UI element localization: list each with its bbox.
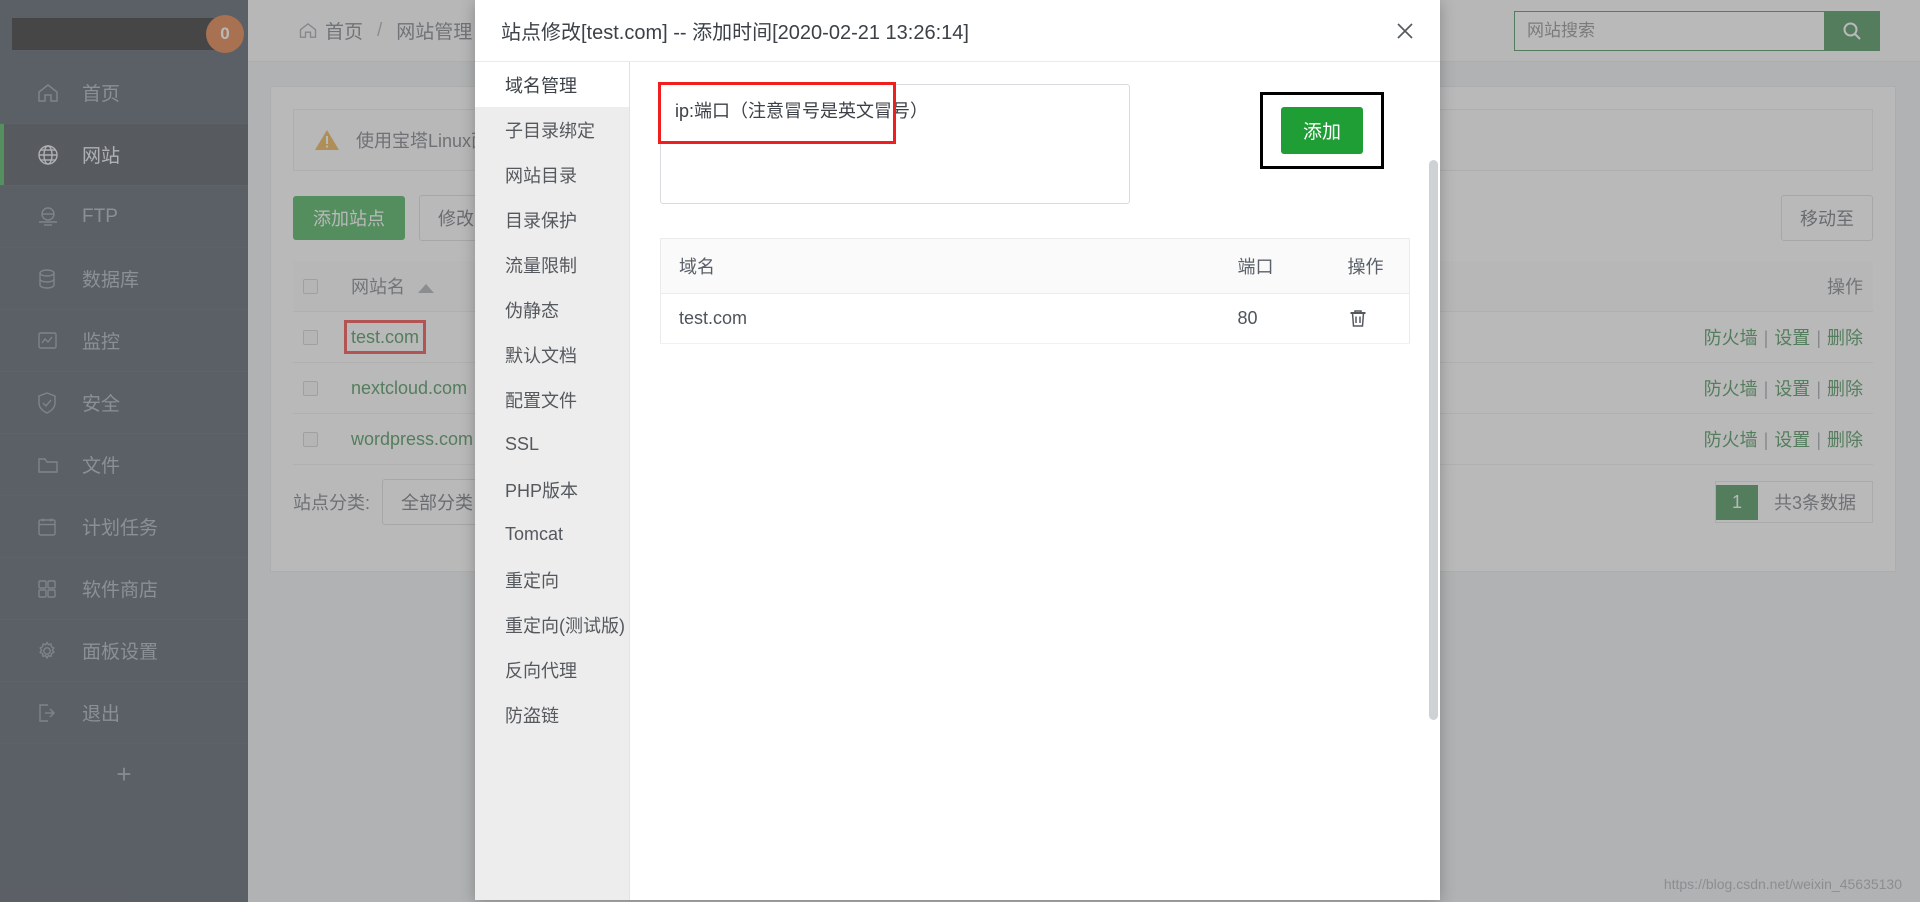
port-cell: 80 <box>1219 293 1330 344</box>
modal-nav-config-file[interactable]: 配置文件 <box>475 377 629 422</box>
modal-sidebar: 域名管理 子目录绑定 网站目录 目录保护 流量限制 伪静态 默认文档 配置文件 … <box>475 62 630 900</box>
modal-nav-directory-protection[interactable]: 目录保护 <box>475 197 629 242</box>
page-root: 0 首页 网站 <box>0 0 1920 902</box>
modal-nav-traffic-limit[interactable]: 流量限制 <box>475 242 629 287</box>
domains-table: 域名 端口 操作 test.com 80 <box>660 238 1410 344</box>
modal-nav-redirect[interactable]: 重定向 <box>475 557 629 602</box>
add-domain-button[interactable]: 添加 <box>1281 107 1364 154</box>
domains-table-head: 域名 端口 操作 <box>660 238 1410 294</box>
modal-content: 添加 域名 端口 操作 test.com <box>630 62 1440 900</box>
close-icon[interactable] <box>1388 14 1422 48</box>
modal-nav-website-directory[interactable]: 网站目录 <box>475 152 629 197</box>
trash-icon[interactable] <box>1348 308 1392 329</box>
site-edit-modal: 站点修改[test.com] -- 添加时间[2020-02-21 13:26:… <box>475 0 1440 900</box>
modal-nav-ssl[interactable]: SSL <box>475 422 629 467</box>
column-header-port: 端口 <box>1219 238 1330 294</box>
domain-input-row: 添加 <box>660 84 1410 204</box>
add-button-highlight-box: 添加 <box>1260 92 1385 169</box>
modal-header: 站点修改[test.com] -- 添加时间[2020-02-21 13:26:… <box>475 0 1440 62</box>
modal-scrollbar[interactable] <box>1429 160 1438 720</box>
domain-cell: test.com <box>660 293 1220 344</box>
domains-table-body: test.com 80 <box>660 293 1410 344</box>
modal-nav-pseudo-static[interactable]: 伪静态 <box>475 287 629 332</box>
table-header-row: 域名 端口 操作 <box>660 238 1410 294</box>
modal-body: 域名管理 子目录绑定 网站目录 目录保护 流量限制 伪静态 默认文档 配置文件 … <box>475 62 1440 900</box>
modal-nav-php-version[interactable]: PHP版本 <box>475 467 629 512</box>
modal-title: 站点修改[test.com] -- 添加时间[2020-02-21 13:26:… <box>501 22 969 44</box>
table-row: test.com 80 <box>660 293 1410 344</box>
domain-textarea[interactable] <box>660 84 1130 204</box>
operation-cell <box>1329 293 1410 344</box>
modal-nav-reverse-proxy[interactable]: 反向代理 <box>475 647 629 692</box>
modal-nav-redirect-beta[interactable]: 重定向(测试版) <box>475 602 629 647</box>
modal-nav-anti-leech[interactable]: 防盗链 <box>475 692 629 737</box>
modal-nav-default-document[interactable]: 默认文档 <box>475 332 629 377</box>
modal-nav-tomcat[interactable]: Tomcat <box>475 512 629 557</box>
column-header-operation: 操作 <box>1329 238 1410 294</box>
modal-nav-subdirectory-binding[interactable]: 子目录绑定 <box>475 107 629 152</box>
modal-nav-domain-management[interactable]: 域名管理 <box>475 62 629 107</box>
column-header-domain: 域名 <box>660 238 1220 294</box>
